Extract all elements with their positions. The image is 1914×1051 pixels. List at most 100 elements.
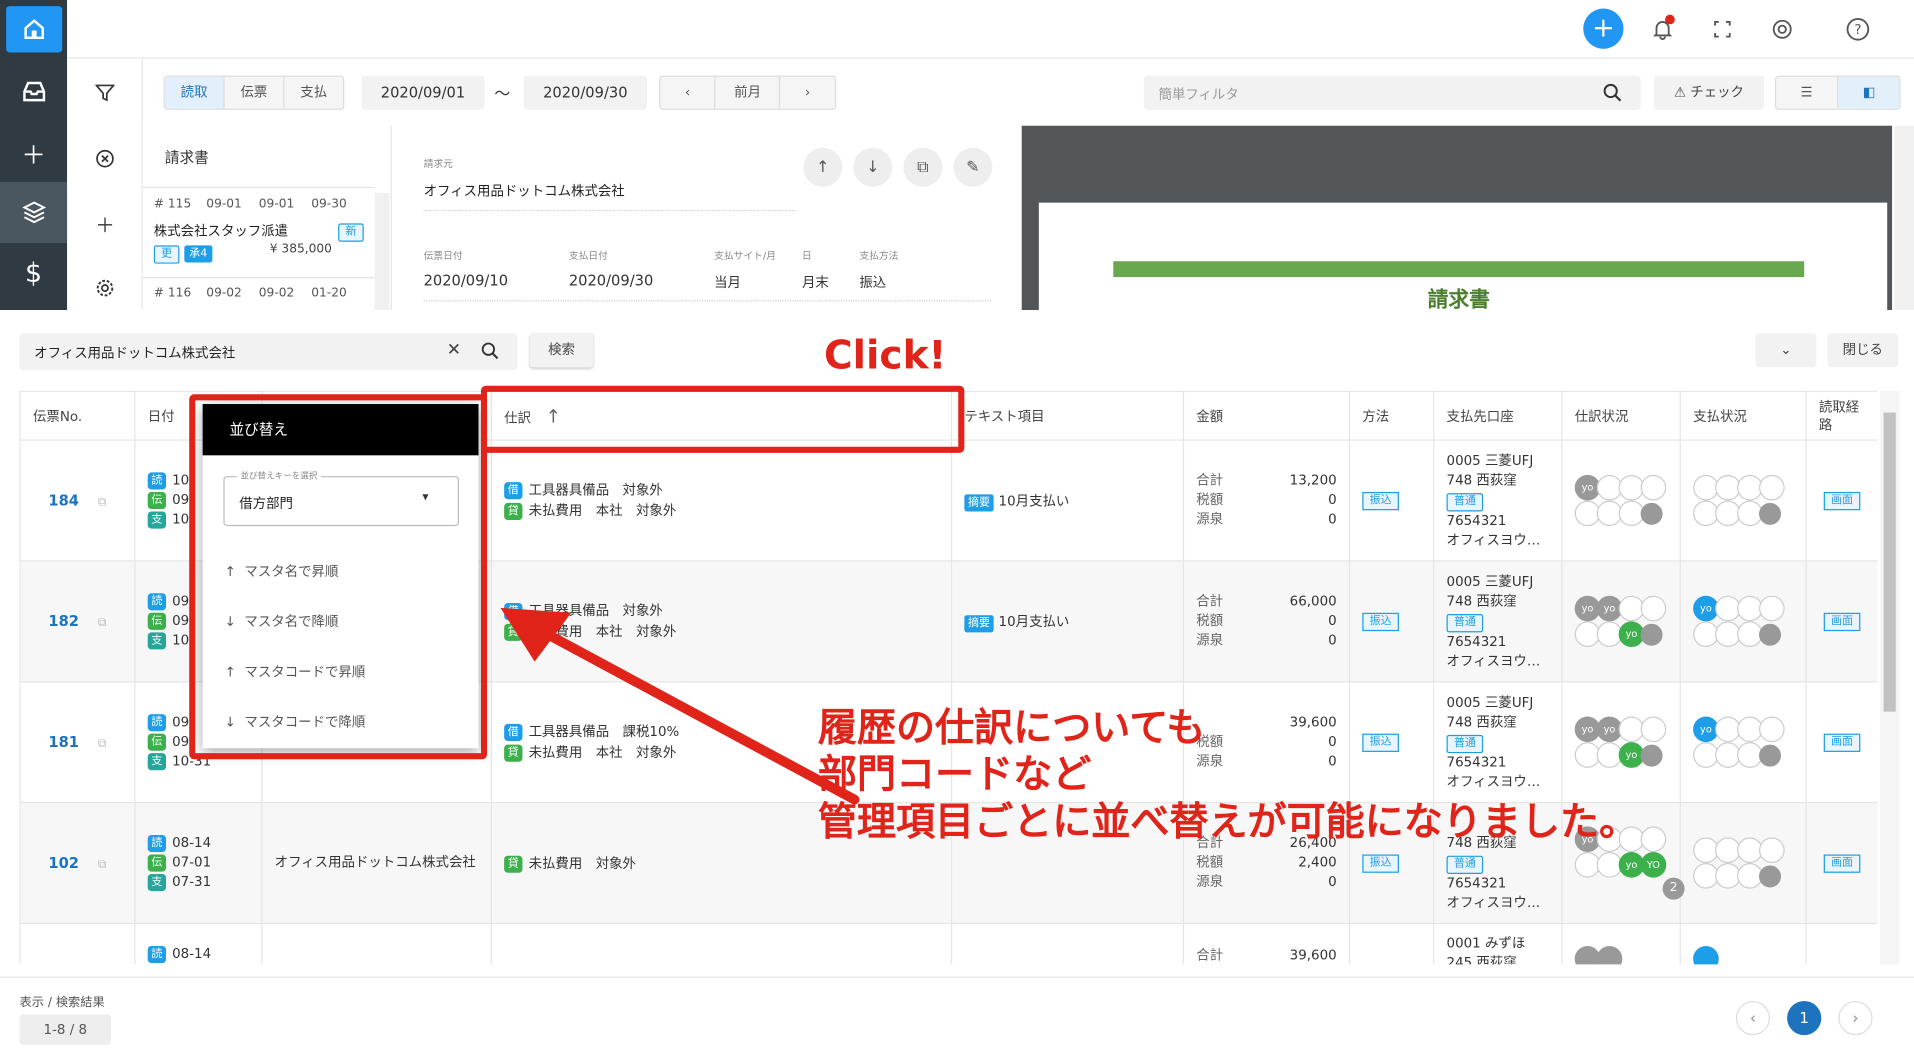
prev-month-button[interactable]: 前月	[716, 76, 781, 109]
voucher-link[interactable]: 182	[48, 613, 79, 630]
expand-button[interactable]: ⌄	[1755, 333, 1817, 368]
filter-placeholder: 簡単フィルタ	[1158, 86, 1239, 103]
route-badge[interactable]: 画面	[1823, 733, 1861, 752]
copy-icon[interactable]: ⧉	[903, 147, 943, 187]
help-icon[interactable]: ?	[1843, 15, 1872, 44]
table-scrollbar[interactable]	[1879, 390, 1900, 965]
voucher-link[interactable]: 184	[48, 492, 79, 509]
preview-scrollbar[interactable]	[1894, 125, 1914, 311]
item-number: # 115	[153, 197, 192, 212]
col-journal-status[interactable]: 仕訳状況	[1561, 390, 1681, 441]
scroll-thumb[interactable]	[1883, 412, 1896, 712]
edit-icon[interactable]: ✎	[953, 147, 993, 187]
account-number: 7654321	[1446, 874, 1507, 891]
copy-icon[interactable]: ⧉	[98, 616, 107, 629]
total-value: 39,600	[1289, 714, 1337, 730]
list-item[interactable]: # 116 09-02 09-02 01-20	[143, 278, 375, 310]
date-to[interactable]: 2020/09/30	[523, 75, 647, 110]
inbox-icon[interactable]	[0, 61, 67, 122]
page-button[interactable]: 1	[1787, 1000, 1822, 1036]
branch-name: 748 西荻窪	[1446, 592, 1517, 609]
annotation-line: 履歴の仕訳についても	[817, 704, 1206, 751]
col-voucher-no[interactable]: 伝票No.	[19, 390, 136, 441]
prev-arrow-icon[interactable]: ‹	[660, 76, 716, 109]
prev-page-button[interactable]: ‹	[1735, 1000, 1771, 1036]
search-icon[interactable]	[481, 342, 499, 365]
add-icon[interactable]: ＋	[67, 205, 143, 242]
clear-circle-icon[interactable]	[67, 140, 143, 177]
bell-icon[interactable]	[1648, 14, 1677, 44]
field-label: 日	[801, 250, 812, 262]
debit-tag: 借	[504, 482, 523, 500]
header-bar	[1113, 261, 1805, 278]
fullscreen-icon[interactable]	[1708, 15, 1737, 44]
partner-cell: オフィス用品ドットコム株式会社	[261, 801, 492, 925]
gear-icon[interactable]	[67, 270, 143, 307]
field-value: 2020/09/10	[423, 272, 509, 290]
filter-icon[interactable]	[67, 74, 143, 111]
branch-name: 245 西荻窪	[1446, 954, 1517, 965]
col-read-route[interactable]: 読取経路	[1805, 390, 1878, 441]
clear-icon[interactable]: ✕	[447, 341, 461, 361]
col-payment-status[interactable]: 支払状況	[1679, 390, 1807, 441]
pay-tag: 支	[147, 511, 167, 529]
view-tabs: 読取 伝票 支払	[163, 75, 345, 110]
up-arrow-icon[interactable]: ↑	[803, 147, 843, 187]
approval-badge: 承4	[184, 245, 213, 263]
table-row[interactable]: 読 08-14 合計 39,600 0001 みずほ 245 西荻窪	[19, 922, 1878, 965]
list-item[interactable]: # 115 09-01 09-01 09-30 株式会社スタッフ派遣 新 更 承…	[142, 186, 375, 279]
col-method[interactable]: 方法	[1348, 390, 1435, 441]
voucher-link[interactable]: 181	[48, 734, 79, 751]
voucher-link[interactable]: 102	[48, 854, 79, 871]
tax-label: 税額	[1196, 612, 1224, 629]
footer: 表示 / 検索結果 1-8 / 8 ‹ 1 ›	[0, 976, 1914, 1051]
route-badge[interactable]: 画面	[1823, 491, 1861, 511]
read-tag: 読	[147, 834, 167, 853]
date-from[interactable]: 2020/09/01	[361, 75, 485, 110]
layers-icon[interactable]	[0, 181, 68, 243]
main-nav: ＋ $	[0, 0, 68, 311]
tax-value: 0	[1328, 491, 1337, 508]
next-arrow-icon[interactable]: ›	[781, 77, 835, 109]
create-button[interactable]: +	[1583, 8, 1624, 49]
col-amount[interactable]: 金額	[1182, 390, 1351, 441]
search-button[interactable]: 検索	[529, 333, 594, 368]
tab-payment[interactable]: 支払	[284, 77, 343, 109]
route-badge[interactable]: 画面	[1823, 612, 1861, 632]
search-icon[interactable]	[1603, 83, 1623, 107]
withholding-label: 源泉	[1196, 632, 1224, 649]
dollar-icon[interactable]: $	[0, 243, 67, 304]
copy-icon[interactable]: ⧉	[98, 858, 107, 871]
col-account[interactable]: 支払先口座	[1433, 390, 1563, 441]
item-date: 09-02	[258, 286, 295, 301]
plus-icon[interactable]: ＋	[0, 122, 67, 183]
down-arrow-icon[interactable]: ↓	[853, 147, 893, 187]
tab-read[interactable]: 読取	[164, 76, 225, 109]
pay-tag: 支	[147, 874, 167, 892]
tab-voucher[interactable]: 伝票	[225, 76, 285, 109]
text-value: 10月支払い	[998, 613, 1070, 630]
tax-label: 税額	[1196, 854, 1224, 871]
route-badge[interactable]: 画面	[1823, 854, 1861, 873]
check-button[interactable]: ⚠ チェック	[1654, 75, 1764, 110]
count-badge: 2	[1662, 877, 1685, 900]
notification-dot	[1665, 14, 1675, 25]
close-button[interactable]: 閉じる	[1827, 333, 1899, 368]
filter-input[interactable]: 簡単フィルタ	[1143, 75, 1641, 110]
support-icon[interactable]	[1768, 15, 1797, 44]
home-icon[interactable]	[6, 6, 63, 53]
col-text[interactable]: テキスト項目	[950, 390, 1185, 441]
withholding-label: 源泉	[1196, 753, 1224, 770]
copy-icon[interactable]: ⧉	[98, 496, 107, 509]
summary-badge: 摘要	[964, 614, 994, 632]
date-value: 07-31	[172, 874, 212, 890]
copy-icon[interactable]: ⧉	[98, 737, 107, 750]
list-view-icon[interactable]: ☰	[1776, 76, 1839, 109]
list-scrollbar[interactable]	[374, 192, 390, 311]
split-view-icon[interactable]: ◧	[1838, 76, 1900, 109]
search-input[interactable]: オフィス用品ドットコム株式会社 ✕	[19, 333, 518, 370]
bank-name: 0005 三菱UFJ	[1446, 452, 1534, 469]
next-page-button[interactable]: ›	[1838, 1000, 1873, 1036]
field-label: 支払日付	[568, 250, 608, 262]
journal-line: 工具器具備品 対象外	[528, 482, 663, 499]
